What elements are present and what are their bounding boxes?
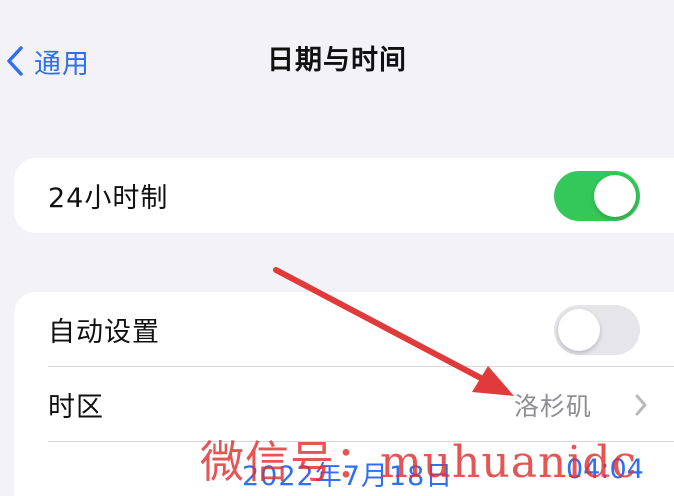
back-button[interactable]: 通用 [6, 40, 90, 82]
back-button-label: 通用 [34, 48, 90, 80]
setting-row-timezone[interactable]: 时区 洛杉矶 [14, 367, 674, 442]
setting-row-24-hour: 24小时制 [14, 158, 674, 233]
toggle-knob [558, 308, 600, 351]
time-value[interactable]: 04:04 [566, 454, 644, 485]
page-title: 日期与时间 [267, 45, 407, 76]
toggle-24-hour[interactable] [554, 170, 640, 221]
settings-group-clock-format: 24小时制 [14, 158, 674, 233]
setting-label-auto-set: 自动设置 [48, 317, 160, 348]
setting-row-auto-set: 自动设置 [14, 292, 674, 367]
setting-label-24-hour: 24小时制 [48, 183, 169, 214]
chevron-right-icon [634, 394, 648, 420]
settings-group-date-time: 自动设置 时区 洛杉矶 2022年7月18日 04:04 [14, 292, 674, 496]
chevron-left-icon [6, 46, 24, 76]
timezone-value: 洛杉矶 [513, 391, 592, 421]
setting-label-timezone: 时区 [48, 392, 104, 423]
toggle-knob [594, 174, 636, 217]
screen: 日期与时间 通用 24小时制 自动设置 时区 洛杉矶 2022年7月18日 04… [0, 0, 674, 496]
setting-row-date-time: 2022年7月18日 04:04 [14, 442, 674, 496]
toggle-auto-set[interactable] [554, 304, 640, 355]
date-value[interactable]: 2022年7月18日 [242, 454, 453, 493]
